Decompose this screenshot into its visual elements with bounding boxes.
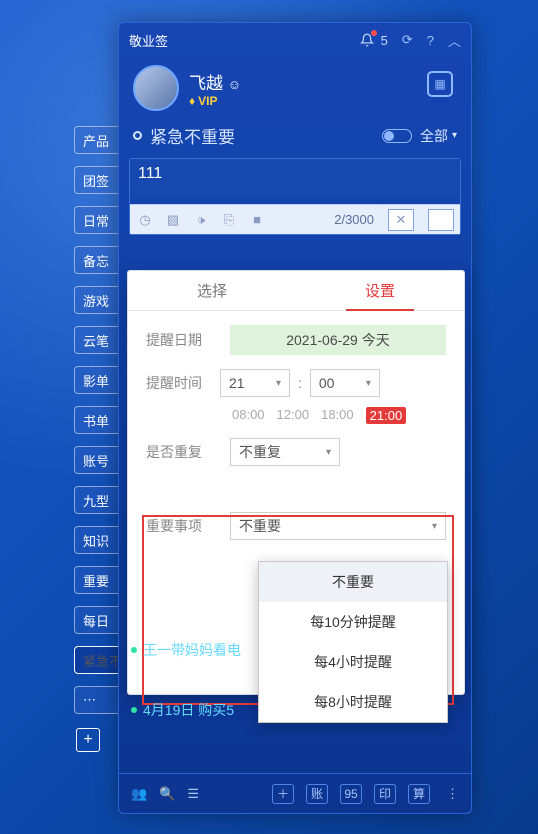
tab-select[interactable]: 选择 bbox=[128, 271, 296, 310]
time-colon: : bbox=[298, 375, 302, 391]
caret-down-icon: ▾ bbox=[326, 447, 331, 458]
time-chip[interactable]: 08:00 bbox=[232, 407, 265, 424]
cancel-button[interactable]: ✕ bbox=[388, 209, 414, 231]
time-chip[interactable]: 18:00 bbox=[321, 407, 354, 424]
smile-icon: ☺ bbox=[228, 77, 241, 92]
app-name: 敬业签 bbox=[129, 31, 353, 50]
repeat-row: 是否重复 不重复▾ bbox=[128, 424, 464, 470]
bullet-icon bbox=[131, 647, 137, 653]
char-counter: 2/3000 bbox=[334, 212, 374, 227]
caret-down-icon: ▾ bbox=[276, 378, 281, 389]
notification-count: 5 bbox=[381, 33, 388, 48]
vip-badge: ♦ VIP bbox=[189, 94, 241, 108]
profile-row: 飞越 ☺ ♦ VIP ▦ bbox=[119, 57, 471, 117]
calendar-icon[interactable]: ▦ bbox=[427, 71, 453, 97]
footer-bar: 👥 🔍 ☰ ＋ 账 95 印 算 ⋮ bbox=[119, 773, 471, 813]
help-icon[interactable]: ? bbox=[427, 33, 434, 48]
search-icon[interactable]: 🔍 bbox=[159, 786, 175, 802]
main-panel: 敬业签 5 ⟳ ? ︿ 飞越 ☺ ♦ VIP ▦ 紧急不重要 全部 ▾ ◷ ▧ … bbox=[118, 22, 472, 814]
contacts-icon[interactable]: 👥 bbox=[131, 786, 147, 802]
editor-toolbar: ◷ ▧ 🕩 ⎘ ■ 2/3000 ✕ ✓ bbox=[130, 204, 460, 234]
reminder-popup: 选择 设置 提醒日期 2021-06-29 今天 提醒时间 21▾ : 00▾ … bbox=[127, 270, 465, 695]
date-row: 提醒日期 2021-06-29 今天 bbox=[128, 311, 464, 359]
add-category-button[interactable]: + bbox=[76, 728, 100, 752]
dropdown-option[interactable]: 每8小时提醒 bbox=[259, 682, 447, 722]
caret-down-icon: ▾ bbox=[366, 378, 371, 389]
bullet-icon bbox=[131, 707, 137, 713]
time-presets: 08:00 12:00 18:00 21:00 bbox=[128, 401, 464, 424]
footer-btn-a[interactable]: 账 bbox=[306, 784, 328, 804]
footer-btn-d[interactable]: 算 bbox=[408, 784, 430, 804]
note-editor: ◷ ▧ 🕩 ⎘ ■ 2/3000 ✕ ✓ bbox=[129, 158, 461, 235]
footer-btn-b[interactable]: 95 bbox=[340, 784, 362, 804]
time-chip-selected[interactable]: 21:00 bbox=[366, 407, 407, 424]
category-title: 紧急不重要 bbox=[150, 123, 382, 148]
date-picker[interactable]: 2021-06-29 今天 bbox=[230, 325, 446, 355]
popup-tabs: 选择 设置 bbox=[128, 271, 464, 311]
time-label: 提醒时间 bbox=[146, 373, 212, 393]
clock-icon[interactable]: ◷ bbox=[136, 212, 154, 228]
footer-btn-c[interactable]: 印 bbox=[374, 784, 396, 804]
chevron-down-icon[interactable]: ▾ bbox=[452, 130, 457, 141]
repeat-select[interactable]: 不重复▾ bbox=[230, 438, 340, 466]
dropdown-option[interactable]: 每4小时提醒 bbox=[259, 642, 447, 682]
stop-icon[interactable]: ■ bbox=[248, 212, 266, 227]
title-bar: 敬业签 5 ⟳ ? ︿ bbox=[119, 23, 471, 57]
note-item[interactable]: 王一带妈妈看电 bbox=[131, 635, 241, 665]
bell-icon[interactable] bbox=[359, 32, 375, 48]
category-bullet-icon bbox=[133, 131, 142, 140]
time-row: 提醒时间 21▾ : 00▾ bbox=[128, 359, 464, 401]
dropdown-option[interactable]: 不重要 bbox=[259, 562, 447, 602]
audio-icon[interactable]: 🕩 bbox=[192, 212, 210, 228]
add-button[interactable]: ＋ bbox=[272, 784, 294, 804]
date-label: 提醒日期 bbox=[146, 330, 212, 350]
cloud-sync-icon[interactable]: ⟳ bbox=[402, 32, 413, 48]
filter-toggle[interactable] bbox=[382, 129, 412, 143]
more-icon[interactable]: ⋮ bbox=[446, 786, 459, 802]
note-input[interactable] bbox=[130, 159, 460, 199]
category-header: 紧急不重要 全部 ▾ bbox=[119, 117, 471, 158]
confirm-button[interactable]: ✓ bbox=[428, 209, 454, 231]
username: 飞越 bbox=[189, 74, 223, 93]
avatar[interactable] bbox=[133, 65, 179, 111]
dropdown-option[interactable]: 每10分钟提醒 bbox=[259, 602, 447, 642]
importance-dropdown: 不重要 每10分钟提醒 每4小时提醒 每8小时提醒 bbox=[258, 561, 448, 723]
collapse-icon[interactable]: ︿ bbox=[448, 31, 461, 50]
minute-select[interactable]: 00▾ bbox=[310, 369, 380, 397]
hour-select[interactable]: 21▾ bbox=[220, 369, 290, 397]
image-icon[interactable]: ▧ bbox=[164, 212, 182, 228]
attach-icon[interactable]: ⎘ bbox=[220, 212, 238, 228]
show-all-button[interactable]: 全部 bbox=[420, 126, 448, 146]
list-icon[interactable]: ☰ bbox=[187, 786, 199, 802]
tab-settings[interactable]: 设置 bbox=[296, 271, 464, 310]
note-item[interactable]: 4月19日 购买5 bbox=[131, 695, 241, 725]
note-list-peek: 王一带妈妈看电 4月19日 购买5 bbox=[131, 635, 241, 725]
time-chip[interactable]: 12:00 bbox=[277, 407, 310, 424]
repeat-label: 是否重复 bbox=[146, 442, 212, 462]
